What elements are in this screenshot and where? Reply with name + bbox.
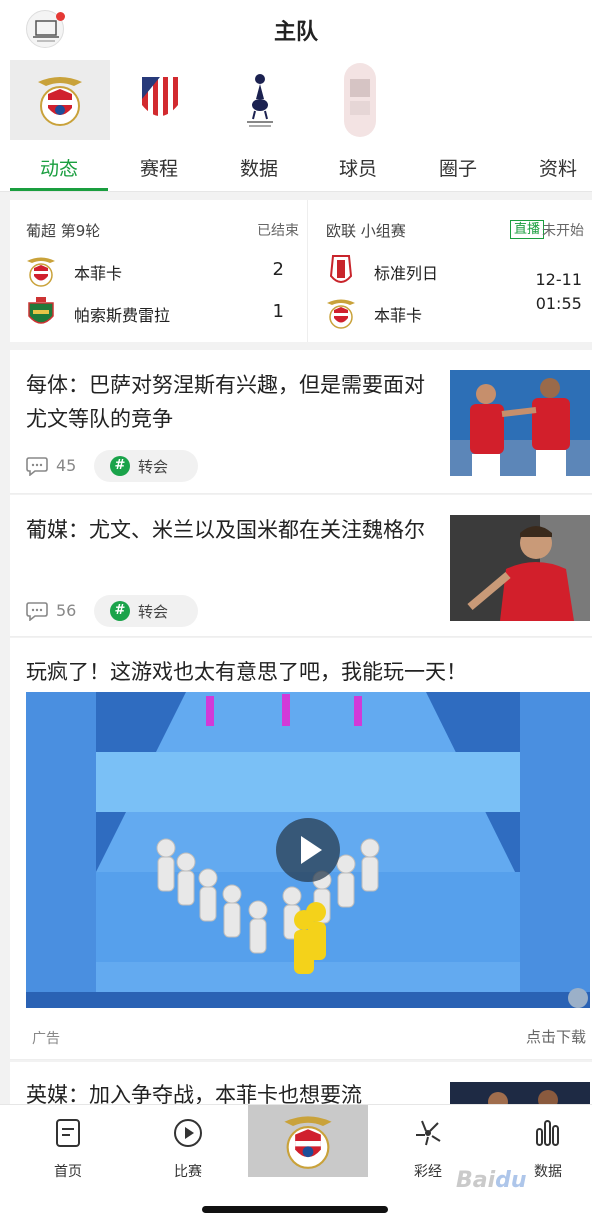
tab-dongtai[interactable]: 动态 — [9, 154, 109, 181]
match-league: 欧联 小组赛 — [326, 222, 406, 240]
comment-count: 45 — [56, 456, 77, 475]
atletico-crest-icon — [142, 77, 178, 121]
team-blurred[interactable] — [310, 60, 410, 140]
news-item[interactable]: 每体：巴萨对努涅斯有兴趣，但是需要面对尤文等队的竞争 45 # 转会 — [10, 350, 592, 494]
ad-download-link[interactable]: 点击下载 — [526, 1026, 586, 1047]
tottenham-crest-icon — [247, 74, 273, 127]
match-cards: 葡超 第9轮 已结束 本菲卡 2 帕索斯费雷拉 1 欧联 小组赛 直播 未开始 … — [10, 200, 592, 342]
ad-label: 广告 — [32, 1031, 60, 1047]
nav-label: 首页 — [54, 1164, 82, 1180]
star-burst-icon — [416, 1120, 441, 1146]
header: 主队 — [0, 0, 592, 60]
ad-video[interactable] — [26, 692, 590, 1008]
news-thumbnail — [450, 370, 590, 476]
match-kickoff: 12-11 01:55 — [536, 268, 583, 316]
hashtag-icon: # — [110, 601, 130, 621]
page-title: 主队 — [273, 20, 318, 45]
match-card[interactable]: 欧联 小组赛 直播 未开始 标准列日 本菲卡 12-11 01:55 — [310, 200, 592, 342]
news-thumbnail — [450, 515, 590, 621]
topic-tag[interactable]: # 转会 — [94, 450, 198, 482]
ad-title: 玩疯了！这游戏也太有意思了吧，我能玩一天！ — [26, 660, 467, 684]
nav-matches[interactable]: 比赛 — [148, 1113, 228, 1183]
team-name: 标准列日 — [374, 264, 439, 283]
team-score: 2 — [272, 259, 284, 280]
comment-icon — [26, 457, 48, 476]
team-tottenham[interactable] — [210, 60, 310, 140]
match-away-row: 帕索斯费雷拉 1 — [24, 296, 294, 330]
standard-liege-crest-icon — [329, 255, 353, 283]
tab-saicheng[interactable]: 赛程 — [109, 154, 209, 181]
baidu-watermark: Baidu — [456, 1168, 527, 1193]
tab-shuju[interactable]: 数据 — [209, 154, 309, 181]
benfica-crest-icon — [27, 257, 55, 287]
home-indicator[interactable] — [202, 1206, 388, 1213]
nav-label: 比赛 — [174, 1164, 202, 1180]
match-home-row: 本菲卡 2 — [24, 254, 294, 288]
bar-chart-icon — [536, 1120, 559, 1146]
comment-icon — [26, 602, 48, 621]
match-time: 01:55 — [535, 294, 582, 313]
news-meta: 45 # 转会 — [26, 450, 326, 482]
ad-card[interactable]: 玩疯了！这游戏也太有意思了吧，我能玩一天！ 广告 点击下载 — [10, 638, 592, 1060]
play-icon — [301, 836, 322, 864]
app-screen: 主队 动态 赛程 数据 球员 圈子 资料 葡超 第9轮 已结束 本菲卡 2 帕索… — [0, 0, 592, 1226]
team-switcher — [0, 60, 592, 140]
tag-label: 转会 — [138, 458, 169, 476]
news-item[interactable]: 葡媒：尤文、米兰以及国米都在关注魏格尔 56 # 转会 — [10, 495, 592, 637]
hashtag-icon: # — [110, 456, 130, 476]
tab-quanzi[interactable]: 圈子 — [408, 154, 508, 181]
comment-count: 56 — [56, 601, 77, 620]
team-name: 帕索斯费雷拉 — [74, 306, 171, 325]
tag-label: 转会 — [138, 603, 169, 621]
topic-tag[interactable]: # 转会 — [94, 595, 198, 627]
blurred-crest-icon — [344, 63, 376, 137]
match-status: 未开始 — [542, 223, 584, 239]
play-button[interactable] — [276, 818, 340, 882]
live-badge[interactable]: 直播 — [509, 220, 544, 239]
play-circle-icon — [174, 1119, 202, 1147]
benfica-crest-icon — [38, 77, 82, 126]
active-tab-indicator — [10, 188, 108, 191]
pacos-ferreira-crest-icon — [28, 297, 54, 324]
team-score: 1 — [272, 301, 284, 322]
news-title: 每体：巴萨对努涅斯有兴趣，但是需要面对尤文等队的竞争 — [26, 373, 425, 431]
news-title: 葡媒：尤文、米兰以及国米都在关注魏格尔 — [26, 518, 425, 542]
match-card[interactable]: 葡超 第9轮 已结束 本菲卡 2 帕索斯费雷拉 1 — [10, 200, 308, 342]
tab-qiuyuan[interactable]: 球员 — [308, 154, 408, 181]
team-atletico[interactable] — [110, 60, 210, 140]
benfica-crest-icon — [327, 299, 355, 329]
match-date: 12-11 — [535, 270, 583, 289]
match-league: 葡超 第9轮 — [26, 222, 101, 240]
home-doc-icon — [56, 1119, 80, 1147]
team-benfica[interactable] — [10, 60, 110, 140]
nav-team[interactable] — [248, 1105, 368, 1177]
tab-bar: 动态 赛程 数据 球员 圈子 资料 — [0, 140, 592, 192]
benfica-crest-icon — [284, 1116, 332, 1169]
nav-home[interactable]: 首页 — [28, 1113, 108, 1183]
news-meta: 56 # 转会 — [26, 595, 326, 627]
tab-ziliao[interactable]: 资料 — [508, 154, 592, 181]
team-name: 本菲卡 — [374, 306, 423, 325]
team-name: 本菲卡 — [74, 264, 123, 283]
match-status: 已结束 — [257, 223, 299, 239]
